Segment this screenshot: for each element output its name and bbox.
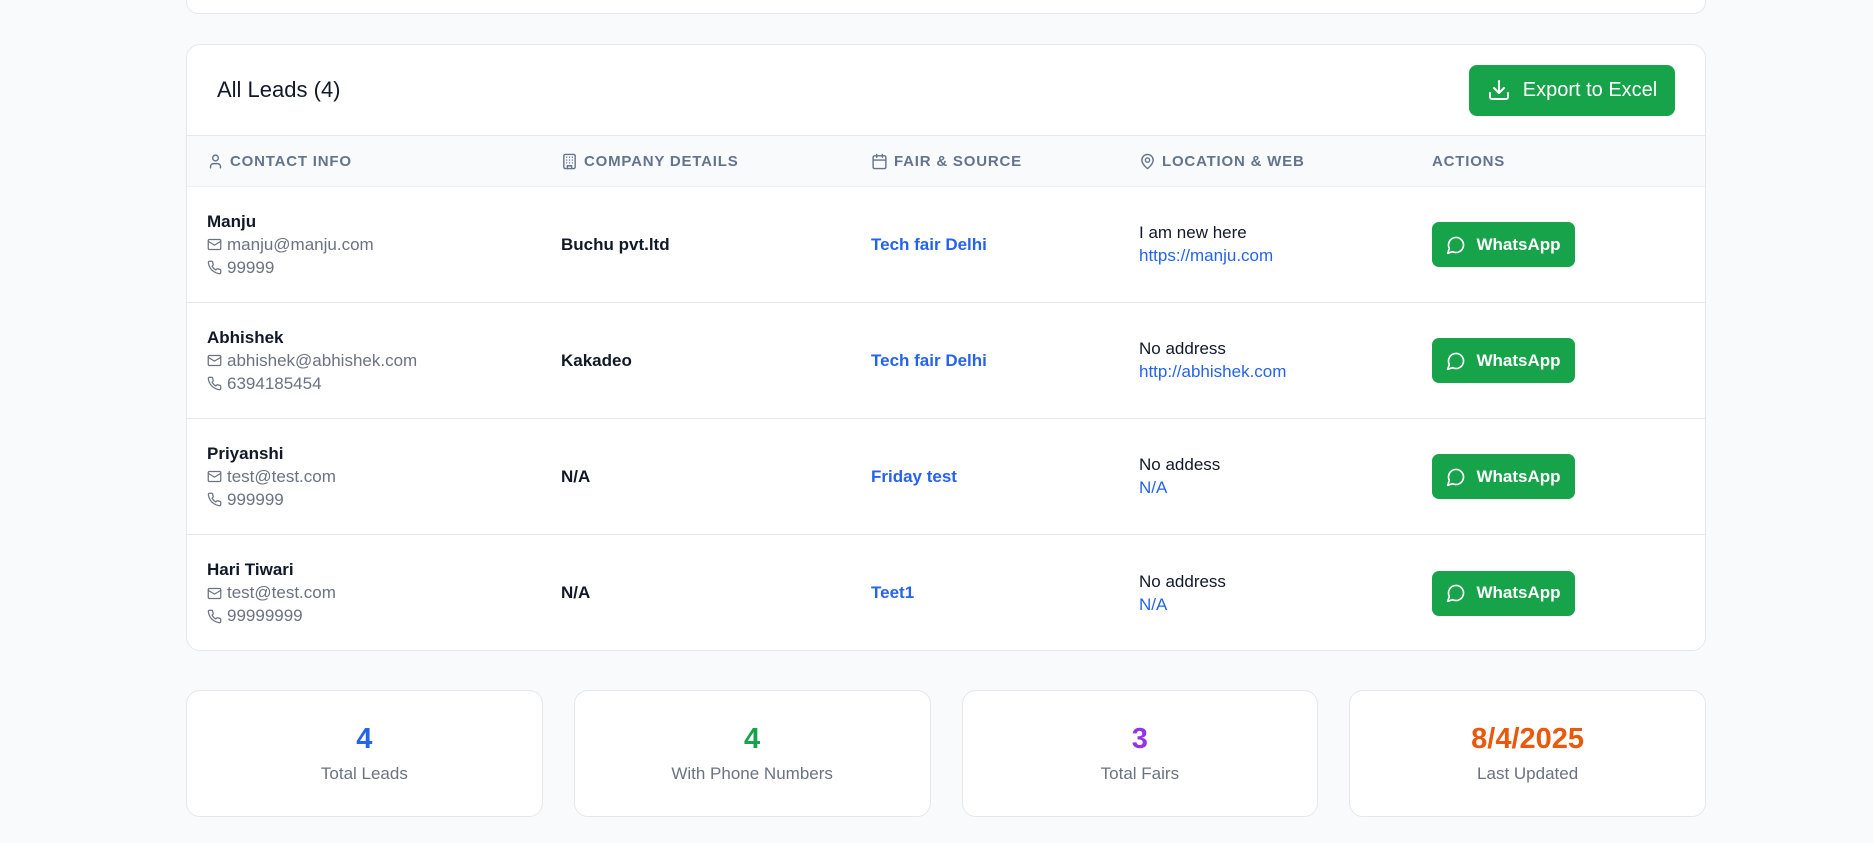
contact-phone: 99999 [207,258,561,278]
contact-phone: 99999999 [207,606,561,626]
stat-label: Total Fairs [1100,764,1180,783]
location-cell: I am new here https://manju.com [1139,223,1432,266]
table-header: Contact Info Company Details Fair & Sour… [187,136,1705,187]
fair-link[interactable]: Teet1 [871,583,1139,603]
address-text: No address [1139,339,1226,358]
stat-value: 3 [1131,723,1148,755]
mail-icon [207,238,222,251]
stat-card-total-fairs: 3 Total Fairs [961,690,1319,817]
stat-value: 4 [356,723,373,755]
company-name: N/A [561,466,591,486]
export-label: Export to Excel [1522,78,1658,101]
building-icon [563,153,576,169]
contact-phone: 6394185454 [207,374,561,394]
card-header: All Leads (4) Export to Excel [187,45,1705,136]
stat-value: 4 [744,723,761,755]
table-row: Manju manju@manju.com 99999 Buchu pvt.lt… [187,187,1705,303]
mail-icon [207,354,222,367]
stat-label: Last Updated [1477,764,1579,783]
phone-icon [207,260,222,275]
column-header-company: Company Details [561,153,871,170]
contact-cell: Hari Tiwari test@test.com 99999999 [187,560,561,626]
table-body: Manju manju@manju.com 99999 Buchu pvt.lt… [187,187,1705,650]
previous-card [186,0,1706,14]
stat-card-last-updated: 8/4/2025 Last Updated [1349,690,1706,817]
company-name: Kakadeo [561,350,632,370]
actions-cell: WhatsApp [1432,454,1682,499]
address-text: No addess [1139,455,1221,474]
stat-card-total-leads: 4 Total Leads [186,690,543,817]
phone-icon [207,609,222,623]
contact-name: Priyanshi [207,443,284,463]
contact-email: abhishek@abhishek.com [207,351,561,371]
leads-table-card: All Leads (4) Export to Excel Contact In… [186,44,1706,651]
stat-label: Total Leads [320,764,408,783]
website-link[interactable]: N/A [1139,595,1432,615]
fair-link[interactable]: Friday test [871,467,1139,487]
actions-cell: WhatsApp [1432,338,1682,383]
download-icon [1488,80,1509,100]
mail-icon [207,587,222,599]
contact-cell: Abhishek abhishek@abhishek.com 639418545… [187,328,561,394]
phone-icon [207,492,222,507]
column-header-actions: Actions [1432,152,1506,170]
whatsapp-button[interactable]: WhatsApp [1432,338,1575,383]
location-cell: No addess N/A [1139,455,1432,498]
actions-cell: WhatsApp [1432,222,1682,267]
actions-cell: WhatsApp [1432,570,1682,616]
contact-cell: Manju manju@manju.com 99999 [187,212,561,278]
contact-email: test@test.com [207,583,561,603]
user-icon [209,153,222,169]
column-header-fair: Fair & Source [871,153,1139,170]
table-row: Abhishek abhishek@abhishek.com 639418545… [187,303,1705,419]
calendar-icon [872,153,887,169]
mail-icon [207,470,222,483]
fair-link[interactable]: Tech fair Delhi [871,235,1139,255]
company-name: Buchu pvt.ltd [561,234,670,254]
message-circle-icon [1447,584,1465,603]
message-circle-icon [1447,236,1465,254]
location-cell: No address N/A [1139,572,1432,615]
phone-icon [207,376,222,391]
address-text: No address [1139,571,1226,591]
location-cell: No address http://abhishek.com [1139,339,1432,382]
column-header-contact: Contact Info [187,153,561,170]
page-title: All Leads (4) [217,77,341,102]
fair-link[interactable]: Tech fair Delhi [871,351,1139,371]
contact-phone: 999999 [207,490,561,510]
address-text: I am new here [1139,223,1247,242]
table-row: Hari Tiwari test@test.com 99999999 N/A T… [187,535,1705,650]
company-name: N/A [561,583,591,602]
stat-label: With Phone Numbers [671,764,833,783]
export-to-excel-button[interactable]: Export to Excel [1469,64,1675,116]
map-pin-icon [1141,153,1154,169]
stats-row: 4 Total Leads 4 With Phone Numbers 3 Tot… [186,690,1706,817]
message-circle-icon [1447,352,1465,370]
website-link[interactable]: https://manju.com [1139,246,1432,266]
message-circle-icon [1447,468,1465,486]
contact-name: Abhishek [207,327,284,347]
contact-email: test@test.com [207,467,561,487]
table-row: Priyanshi test@test.com 999999 N/A Frida… [187,419,1705,535]
contact-cell: Priyanshi test@test.com 999999 [187,444,561,510]
stat-value: 8/4/2025 [1471,723,1585,755]
whatsapp-button[interactable]: WhatsApp [1432,454,1575,499]
contact-name: Manju [207,211,257,231]
column-header-location: Location & Web [1139,153,1432,170]
website-link[interactable]: http://abhishek.com [1139,362,1432,382]
website-link[interactable]: N/A [1139,478,1432,498]
contact-name: Hari Tiwari [207,560,294,579]
stat-card-with-phone: 4 With Phone Numbers [573,690,931,817]
whatsapp-button[interactable]: WhatsApp [1432,222,1575,267]
whatsapp-button[interactable]: WhatsApp [1432,570,1575,616]
contact-email: manju@manju.com [207,235,561,255]
